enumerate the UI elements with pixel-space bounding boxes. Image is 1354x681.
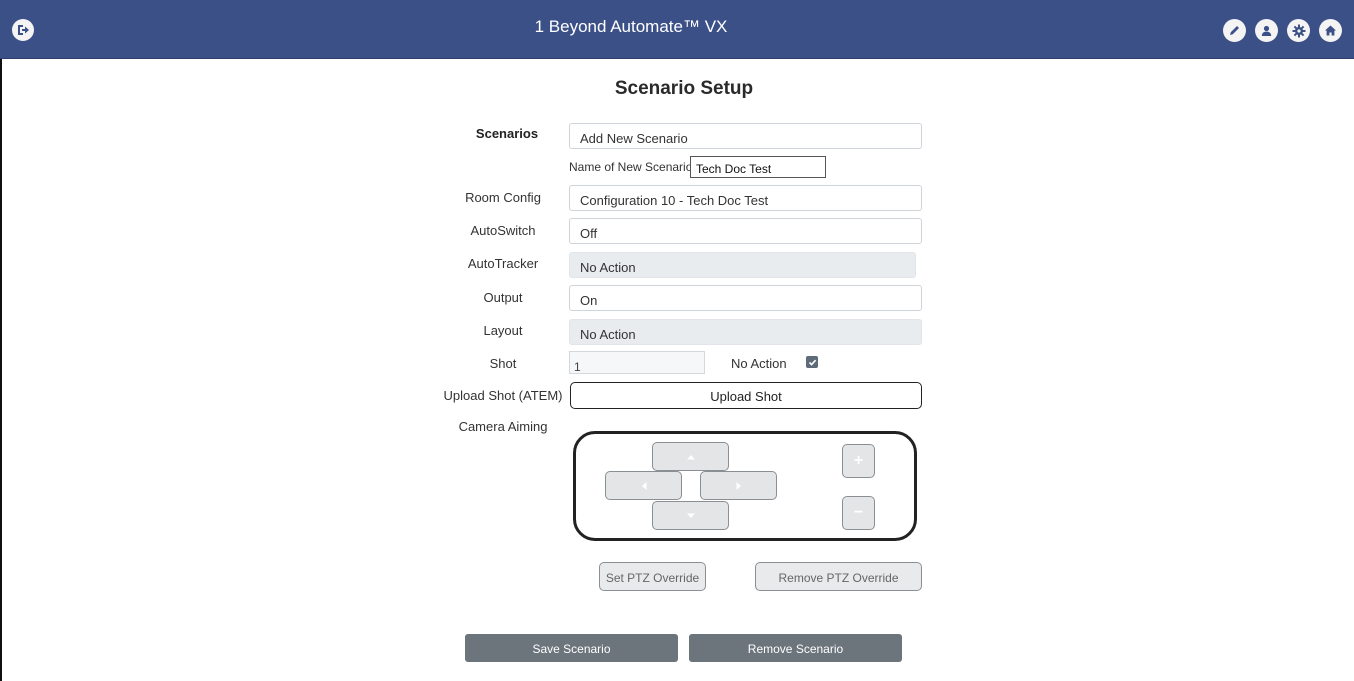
output-select[interactable]: On [569,285,922,311]
caret-left-icon [641,481,646,490]
home-button[interactable] [1319,19,1342,42]
new-scenario-name-input[interactable]: Tech Doc Test [690,156,826,178]
app-title: 1 Beyond Automate™ VX [534,17,728,36]
scenarios-label: Scenarios [475,126,539,141]
pan-right-button[interactable] [700,471,777,500]
home-icon [1325,25,1336,36]
upload-shot-label: Upload Shot (ATEM) [443,388,563,403]
settings-button[interactable] [1287,19,1310,42]
header-toolbar [1223,19,1342,42]
gear-icon [1292,24,1305,37]
output-label: Output [483,290,523,305]
autotracker-select[interactable]: No Action [569,252,916,278]
edit-button[interactable] [1223,19,1246,42]
scenarios-select[interactable]: Add New Scenario [569,123,922,149]
page-title: Scenario Setup [614,78,754,99]
user-button[interactable] [1255,19,1278,42]
shot-label: Shot [489,356,517,371]
caret-up-icon [686,454,695,459]
autoswitch-label: AutoSwitch [470,223,536,238]
pan-left-button[interactable] [605,471,682,500]
autoswitch-select[interactable]: Off [569,218,922,244]
remove-scenario-button[interactable]: Remove Scenario [689,634,902,662]
zoom-out-button[interactable]: − [842,496,875,530]
caret-down-icon [686,513,695,518]
remove-ptz-override-button[interactable]: Remove PTZ Override [755,562,922,591]
shot-no-action-label: No Action [731,356,787,371]
save-scenario-button[interactable]: Save Scenario [465,634,678,662]
room-config-select[interactable]: Configuration 10 - Tech Doc Test [569,185,922,211]
upload-shot-button[interactable]: Upload Shot [570,382,922,409]
checkmark-icon [808,359,816,366]
autotracker-label: AutoTracker [467,256,539,271]
set-ptz-override-button[interactable]: Set PTZ Override [599,562,706,591]
camera-aiming-pad: + − [573,431,917,541]
shot-no-action-checkbox[interactable] [806,356,818,368]
top-bar: 1 Beyond Automate™ VX [0,0,1354,59]
new-scenario-name-label: Name of New Scenario [569,160,693,174]
shot-number-input[interactable]: 1 [569,351,705,374]
camera-aiming-label: Camera Aiming [458,419,548,434]
zoom-in-button[interactable]: + [842,444,875,478]
pan-down-button[interactable] [652,501,729,530]
layout-label: Layout [483,323,523,338]
pencil-icon [1230,26,1239,35]
room-config-label: Room Config [465,190,541,205]
layout-select[interactable]: No Action [569,319,922,345]
user-icon [1261,25,1272,36]
caret-right-icon [736,481,741,490]
pan-up-button[interactable] [652,442,729,471]
